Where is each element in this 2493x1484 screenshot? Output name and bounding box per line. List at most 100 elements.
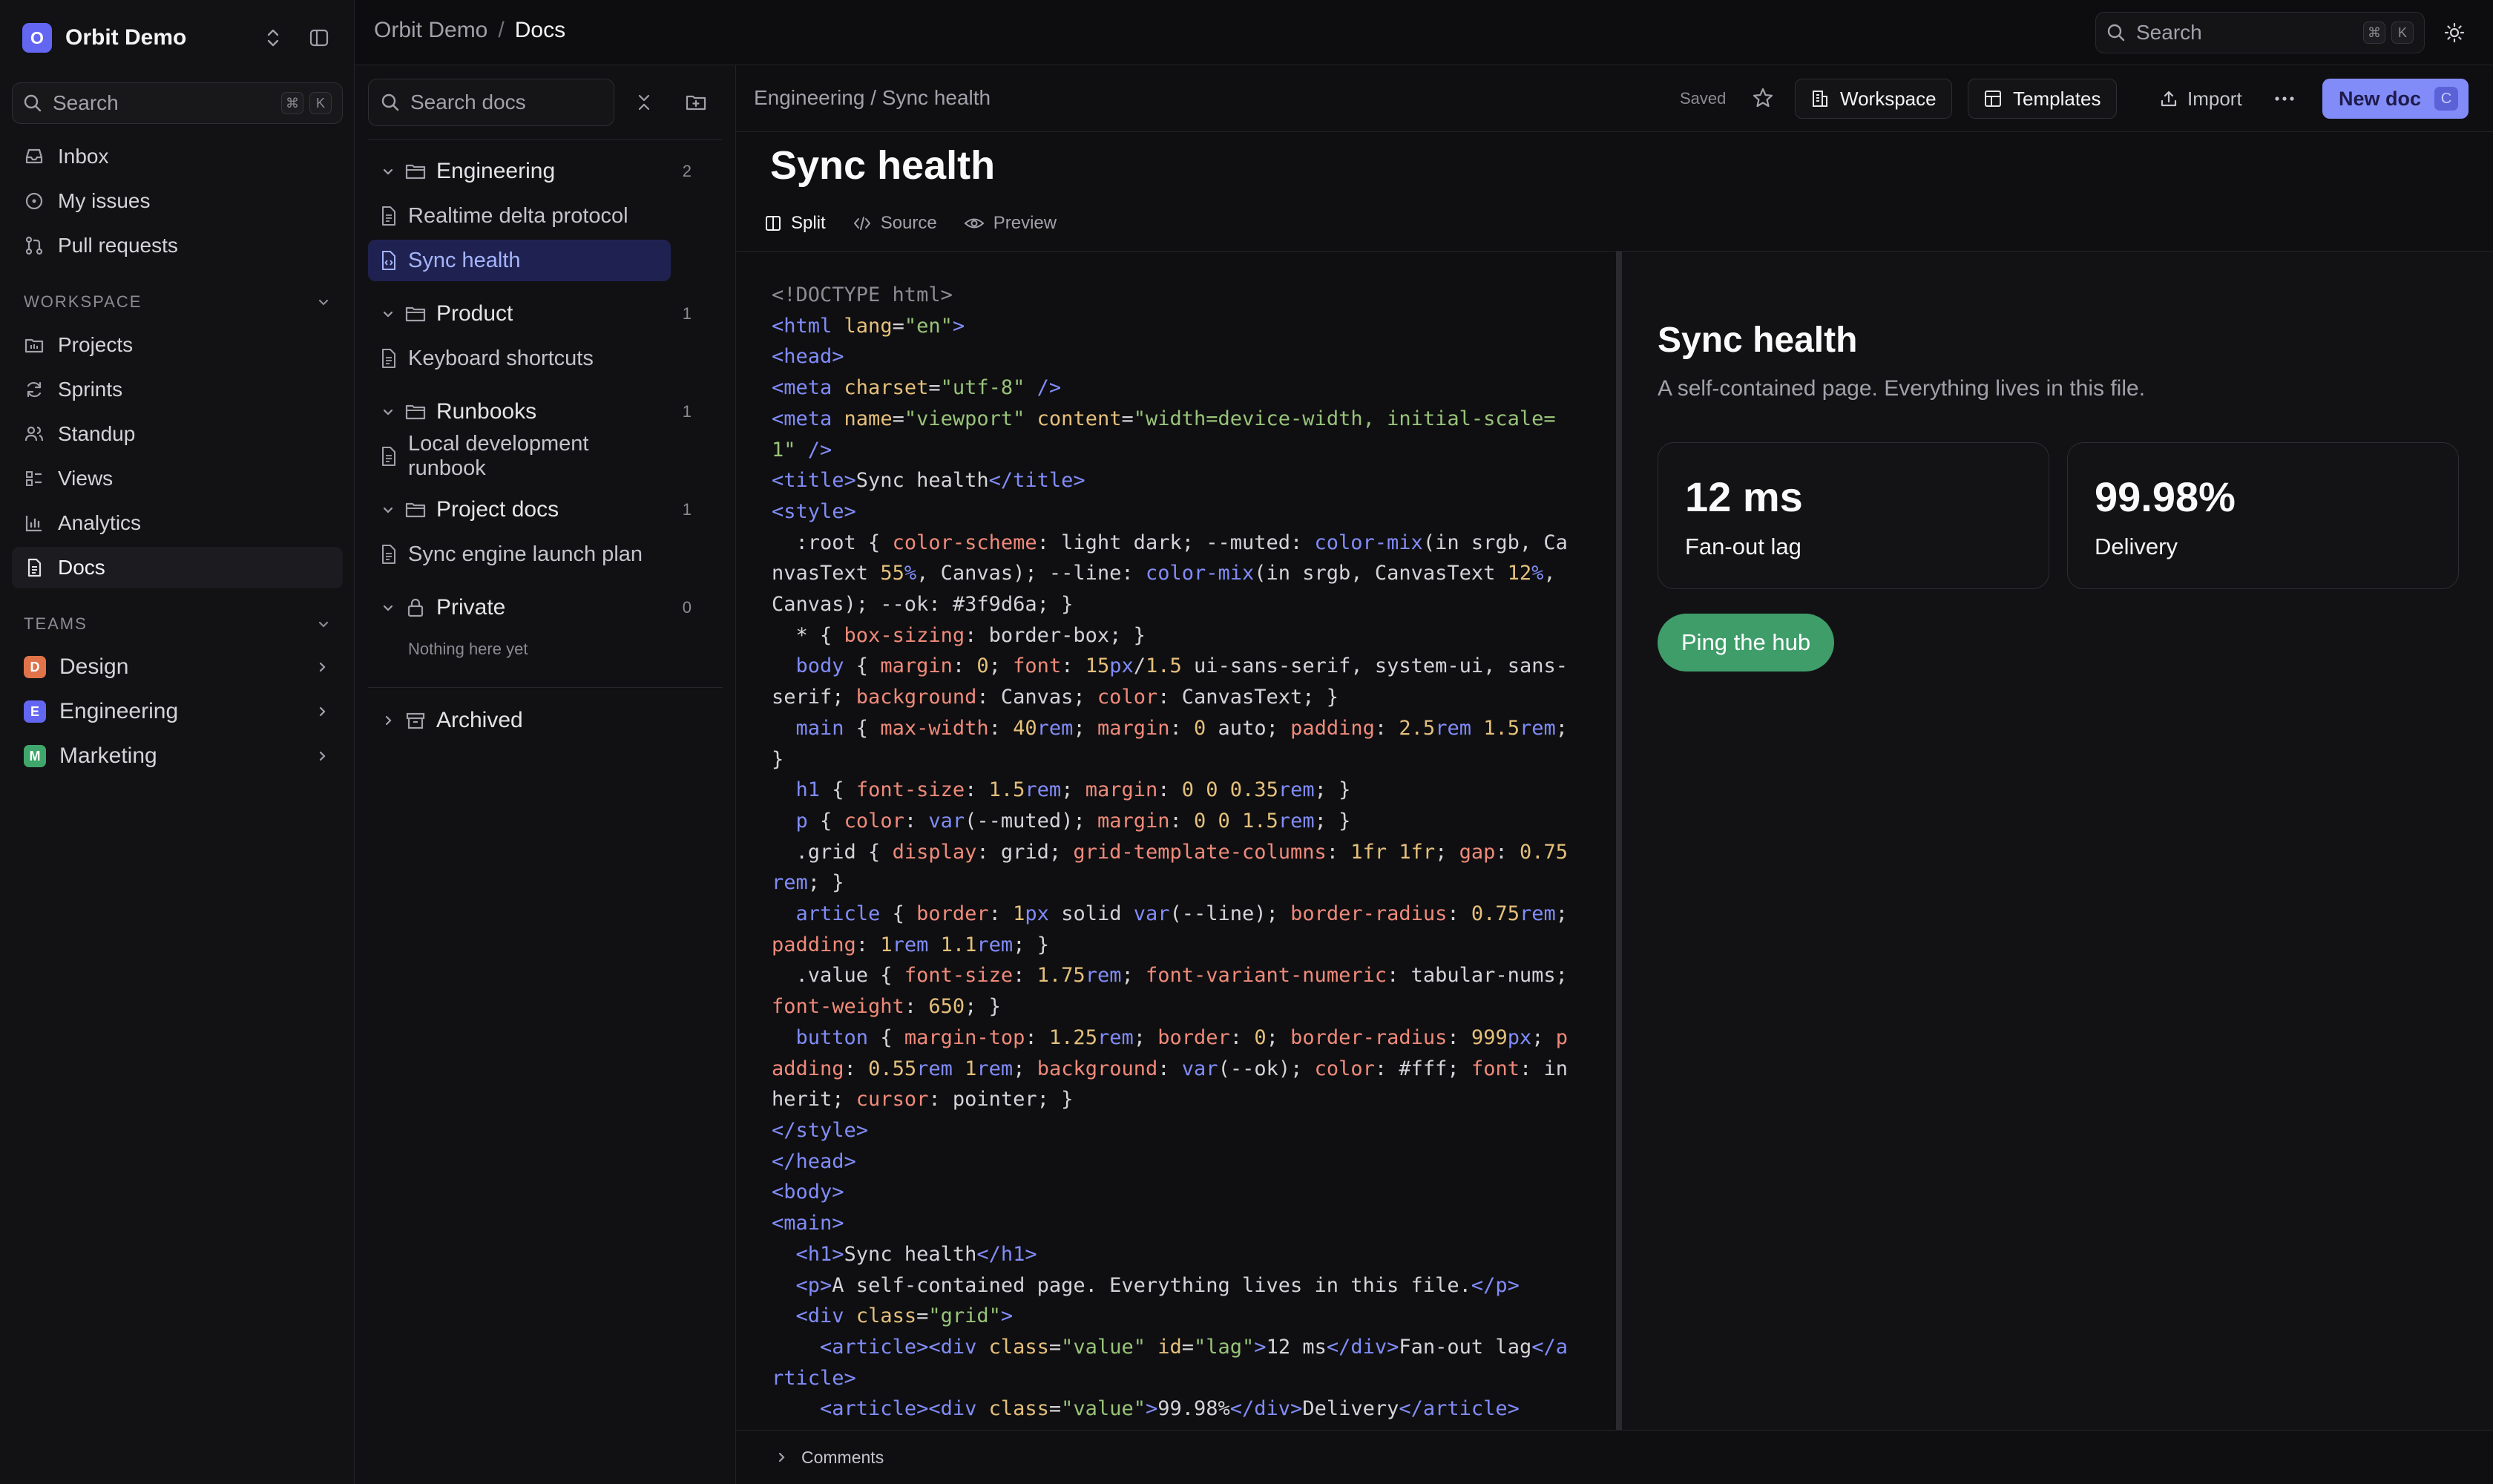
shortcut-key: ⌘ — [281, 92, 303, 114]
folder-label: Private — [436, 595, 506, 620]
workspace-logo: O — [22, 23, 52, 53]
sidebar-toggle-icon[interactable] — [304, 23, 334, 53]
breadcrumb-current: Docs — [514, 18, 566, 42]
global-search-input[interactable]: Search ⌘ K — [2095, 12, 2425, 53]
folder-runbooks[interactable]: Runbooks 1 — [368, 391, 702, 433]
sidebar-search-placeholder: Search — [53, 91, 119, 114]
import-button[interactable]: Import — [2149, 79, 2253, 119]
standup-icon — [24, 424, 45, 444]
button-label: Import — [2187, 87, 2242, 110]
team-badge: M — [24, 745, 46, 767]
nav-item-sprints[interactable]: Sprints — [12, 369, 343, 410]
section-title: WORKSPACE — [24, 292, 142, 311]
nav-label: Pull requests — [58, 234, 178, 257]
collapse-all-button[interactable] — [628, 86, 660, 119]
projects-icon — [24, 335, 45, 355]
nav-item-projects[interactable]: Projects — [12, 324, 343, 366]
workspace-name: Orbit Demo — [65, 25, 187, 50]
nav-item-pull-requests[interactable]: Pull requests — [12, 225, 343, 266]
ping-hub-button[interactable]: Ping the hub — [1658, 614, 1835, 672]
topbar: Orbit Demo / Docs Search ⌘ K — [355, 0, 2493, 65]
docs-search-input[interactable]: Search docs — [368, 79, 614, 126]
source-editor[interactable]: <!DOCTYPE html> <html lang="en"> <head> … — [736, 252, 1616, 1430]
issues-icon — [24, 191, 45, 211]
folder-engineering[interactable]: Engineering 2 — [368, 151, 702, 192]
workspace-button[interactable]: Workspace — [1795, 79, 1952, 119]
sun-icon — [2443, 22, 2466, 44]
doc-item-local-development-runbook[interactable]: Local development runbook — [368, 432, 671, 480]
sidebar-search-input[interactable]: Search ⌘ K — [12, 82, 343, 124]
doc-label: Local development runbook — [408, 432, 589, 480]
nav-item-analytics[interactable]: Analytics — [12, 502, 343, 544]
team-item-design[interactable]: D Design — [12, 646, 343, 688]
shortcut-key: C — [2434, 87, 2459, 111]
doc-item-keyboard-shortcuts[interactable]: Keyboard shortcuts — [368, 338, 671, 379]
chevron-down-icon — [378, 404, 398, 419]
nav-item-docs[interactable]: Docs — [12, 547, 343, 588]
chevron-down-icon — [316, 617, 331, 631]
breadcrumb-root[interactable]: Orbit Demo — [374, 18, 487, 43]
new-doc-button[interactable]: New doc C — [2322, 79, 2469, 119]
docs-tree-panel: Search docs Engineering 2 Realtime delta… — [355, 65, 736, 1484]
chevron-right-icon — [378, 713, 398, 728]
workspace-switcher[interactable]: O Orbit Demo — [22, 20, 334, 56]
doc-title[interactable]: Sync health — [770, 142, 995, 188]
nav-item-views[interactable]: Views — [12, 458, 343, 499]
source-code[interactable]: <!DOCTYPE html> <html lang="en"> <head> … — [772, 280, 1573, 1430]
folder-private[interactable]: Private 0 — [368, 587, 702, 628]
chevron-down-icon — [378, 600, 398, 615]
comments-toggle[interactable]: Comments — [736, 1430, 2493, 1484]
folder-project-docs[interactable]: Project docs 1 — [368, 489, 702, 531]
team-item-marketing[interactable]: M Marketing — [12, 735, 343, 777]
button-label: Templates — [2013, 87, 2101, 110]
folder-count: 2 — [682, 162, 692, 180]
template-icon — [1983, 89, 2003, 108]
folder-count: 0 — [682, 598, 692, 617]
tab-source[interactable]: Source — [842, 205, 947, 242]
folder-icon — [405, 402, 426, 421]
analytics-icon — [24, 513, 45, 533]
theme-toggle-button[interactable] — [2438, 16, 2471, 49]
code-document-icon — [380, 250, 398, 271]
team-label: Engineering — [59, 699, 179, 723]
nav-item-inbox[interactable]: Inbox — [12, 136, 343, 177]
nav-label: Analytics — [58, 511, 142, 534]
nav-item-my-issues[interactable]: My issues — [12, 180, 343, 222]
team-item-engineering[interactable]: E Engineering — [12, 691, 343, 732]
team-badge: D — [24, 656, 46, 678]
favorite-button[interactable] — [1747, 82, 1779, 114]
lock-icon — [405, 598, 426, 617]
doc-item-sync-engine-launch-plan[interactable]: Sync engine launch plan — [368, 533, 671, 575]
search-icon — [23, 93, 42, 113]
teams-section-header[interactable]: TEAMS — [24, 609, 331, 639]
templates-button[interactable]: Templates — [1968, 79, 2117, 119]
doc-label: Realtime delta protocol — [408, 203, 628, 228]
tab-preview[interactable]: Preview — [953, 205, 1067, 242]
nav-label: Sprints — [58, 378, 123, 401]
chevron-up-down-icon[interactable] — [258, 23, 288, 53]
folder-archived[interactable]: Archived — [368, 700, 702, 741]
doc-label: Sync health — [408, 248, 521, 272]
doc-item-sync-health[interactable]: Sync health — [368, 240, 671, 281]
document-icon — [380, 446, 398, 467]
metric-card-fan-out-lag: 12 ms Fan-out lag — [1658, 442, 2049, 589]
chevron-down-icon — [378, 502, 398, 517]
doc-item-realtime-delta-protocol[interactable]: Realtime delta protocol — [368, 195, 671, 237]
folder-label: Project docs — [436, 497, 559, 522]
folder-product[interactable]: Product 1 — [368, 293, 702, 335]
folder-plus-icon — [685, 92, 707, 113]
folder-label: Engineering — [436, 159, 556, 183]
nav-label: Views — [58, 467, 114, 490]
tab-split[interactable]: Split — [754, 205, 836, 242]
shortcut-key: K — [2391, 22, 2414, 44]
docs-search-placeholder: Search docs — [410, 91, 526, 114]
chevron-right-icon — [315, 704, 329, 719]
more-options-button[interactable] — [2267, 82, 2302, 116]
tab-label: Source — [880, 213, 937, 233]
split-resize-handle[interactable] — [1616, 252, 1622, 1430]
nav-item-standup[interactable]: Standup — [12, 413, 343, 455]
team-badge: E — [24, 700, 46, 723]
new-folder-button[interactable] — [680, 86, 712, 119]
workspace-section-header[interactable]: WORKSPACE — [24, 287, 331, 317]
upload-icon — [2159, 89, 2178, 108]
